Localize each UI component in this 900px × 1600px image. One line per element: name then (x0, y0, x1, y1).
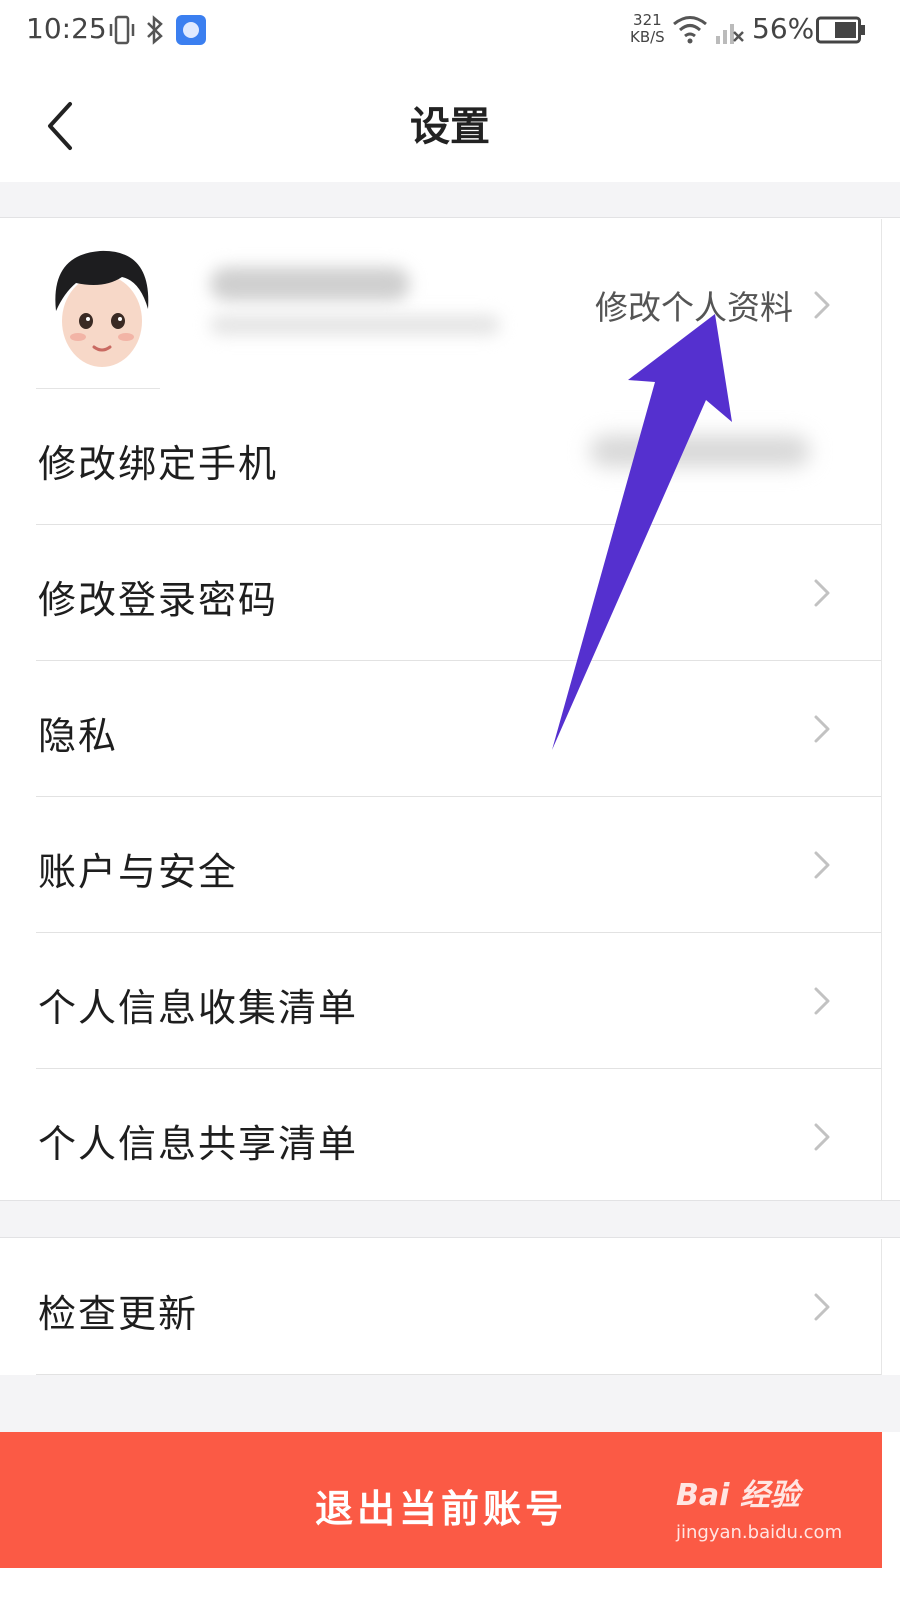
section-gap (0, 1375, 900, 1432)
setting-label: 个人信息收集清单 (38, 986, 359, 1030)
battery-icon (816, 16, 865, 44)
page-title: 设置 (410, 103, 490, 150)
redacted-username (210, 267, 410, 301)
setting-label: 个人信息共享清单 (38, 1122, 359, 1166)
status-time: 10:25 (26, 12, 107, 45)
baidu-jingyan-watermark: Bai 经验 jingyan.baidu.com (676, 1470, 846, 1560)
bluetooth-icon (147, 15, 163, 45)
settings-list-secondary: 检查更新 (0, 1239, 882, 1375)
setting-label: 检查更新 (38, 1292, 199, 1336)
battery-percent: 56% (752, 12, 815, 45)
setting-check-update[interactable]: 检查更新 (0, 1239, 881, 1375)
setting-label: 账户与安全 (38, 850, 239, 894)
watermark-url: jingyan.baidu.com (676, 1522, 843, 1543)
redacted-user-id (210, 315, 500, 335)
setting-label: 隐私 (38, 714, 119, 758)
chevron-right-icon (814, 1123, 830, 1151)
setting-info-sharing-list[interactable]: 个人信息共享清单 (0, 1069, 881, 1205)
setting-account-security[interactable]: 账户与安全 (0, 797, 881, 933)
setting-label: 修改绑定手机 (38, 442, 279, 486)
app-notification-icon (176, 15, 206, 45)
chevron-right-icon (814, 291, 830, 319)
annotation-arrow-icon (552, 314, 732, 750)
vibrate-icon (109, 15, 135, 45)
section-gap (0, 1200, 900, 1238)
setting-label: 修改登录密码 (38, 578, 279, 622)
watermark-logo: Bai 经验 (676, 1478, 800, 1513)
status-bar: 10:25 321 KB/S 56% (0, 0, 900, 64)
network-speed: 321 KB/S (630, 12, 665, 46)
header-bar: 设置 (0, 64, 900, 182)
network-speed-unit: KB/S (630, 28, 665, 46)
chevron-right-icon (814, 987, 830, 1015)
chevron-right-icon (814, 1293, 830, 1321)
chevron-right-icon (814, 851, 830, 879)
cellular-signal-off-icon (716, 24, 744, 44)
chevron-right-icon (814, 715, 830, 743)
chevron-right-icon (814, 579, 830, 607)
wifi-icon (673, 16, 707, 44)
setting-info-collection-list[interactable]: 个人信息收集清单 (0, 933, 881, 1069)
section-gap (0, 182, 900, 218)
network-speed-value: 321 (633, 11, 662, 29)
avatar[interactable] (44, 237, 160, 371)
